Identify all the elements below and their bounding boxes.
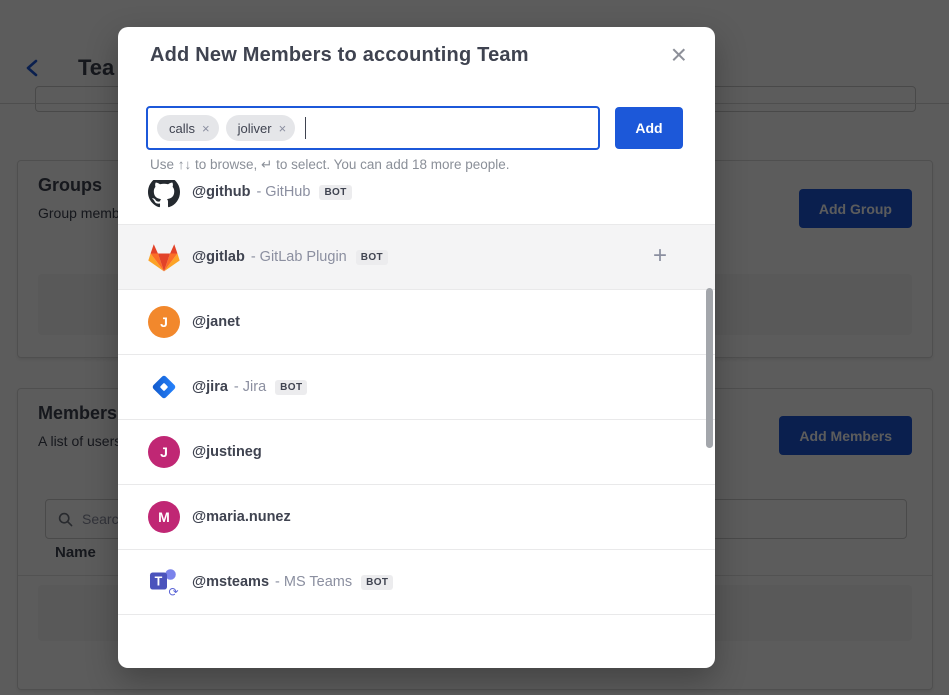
modal-title: Add New Members to accounting Team xyxy=(150,44,529,67)
member-username: @maria.nunez xyxy=(192,509,291,525)
selected-member-chip: calls × xyxy=(157,115,219,141)
github-logo-icon xyxy=(148,180,180,208)
jira-logo-icon xyxy=(149,372,179,402)
selected-member-chip: joliver × xyxy=(226,115,296,141)
svg-text:T: T xyxy=(155,575,163,589)
app-window: Tea Groups Group memb Add Group Members … xyxy=(0,0,949,695)
member-row[interactable]: @gitlab - GitLab Plugin BOT + xyxy=(118,225,715,290)
member-username: @msteams xyxy=(192,574,269,590)
svg-text:⟳: ⟳ xyxy=(168,585,178,598)
member-username: @gitlab xyxy=(192,249,245,265)
chip-remove-icon[interactable]: × xyxy=(202,122,210,135)
results-list: @github - GitHub BOT @gitlab - GitLab Plugi… xyxy=(118,180,715,615)
add-button[interactable]: Add xyxy=(615,107,683,149)
member-row[interactable]: @jira - Jira BOT xyxy=(118,355,715,420)
member-avatar xyxy=(148,371,180,403)
member-row[interactable]: J @janet xyxy=(118,290,715,355)
members-multiselect-input[interactable]: calls × joliver × xyxy=(146,106,600,150)
member-row[interactable]: @github - GitHub BOT xyxy=(118,180,715,225)
letter-avatar: J xyxy=(148,306,180,338)
chip-label: calls xyxy=(169,121,195,136)
member-row[interactable]: T ⟳ @msteams - MS Teams BOT xyxy=(118,550,715,615)
member-avatar: J xyxy=(148,306,180,338)
add-members-modal: Add New Members to accounting Team × cal… xyxy=(118,27,715,668)
bot-badge: BOT xyxy=(361,575,393,590)
bot-badge: BOT xyxy=(275,380,307,395)
scrollbar-thumb[interactable] xyxy=(706,288,713,448)
gitlab-logo-icon xyxy=(148,242,180,272)
chip-label: joliver xyxy=(238,121,272,136)
add-plus-icon[interactable]: + xyxy=(653,242,667,270)
member-descriptor: - MS Teams xyxy=(275,574,352,590)
member-row[interactable]: M @maria.nunez xyxy=(118,485,715,550)
member-avatar: T ⟳ xyxy=(148,566,180,598)
member-row[interactable]: J @justineg xyxy=(118,420,715,485)
member-avatar xyxy=(148,241,180,273)
member-avatar: J xyxy=(148,436,180,468)
bot-badge: BOT xyxy=(356,250,388,265)
member-username: @janet xyxy=(192,314,240,330)
msteams-logo-icon: T ⟳ xyxy=(148,566,180,598)
text-caret xyxy=(305,117,306,139)
member-descriptor: - Jira xyxy=(234,379,266,395)
close-icon[interactable]: × xyxy=(665,39,693,71)
member-username: @justineg xyxy=(192,444,262,460)
selection-helper-text: Use ↑↓ to browse, ↵ to select. You can a… xyxy=(150,157,510,173)
member-avatar: M xyxy=(148,501,180,533)
member-username: @jira xyxy=(192,379,228,395)
member-avatar xyxy=(148,180,180,208)
member-descriptor: - GitHub xyxy=(256,184,310,200)
bot-badge: BOT xyxy=(319,185,351,200)
results-list-viewport: @github - GitHub BOT @gitlab - GitLab Plugi… xyxy=(118,180,715,668)
letter-avatar: J xyxy=(148,436,180,468)
member-descriptor: - GitLab Plugin xyxy=(251,249,347,265)
member-username: @github xyxy=(192,184,250,200)
chip-remove-icon[interactable]: × xyxy=(279,122,287,135)
letter-avatar: M xyxy=(148,501,180,533)
